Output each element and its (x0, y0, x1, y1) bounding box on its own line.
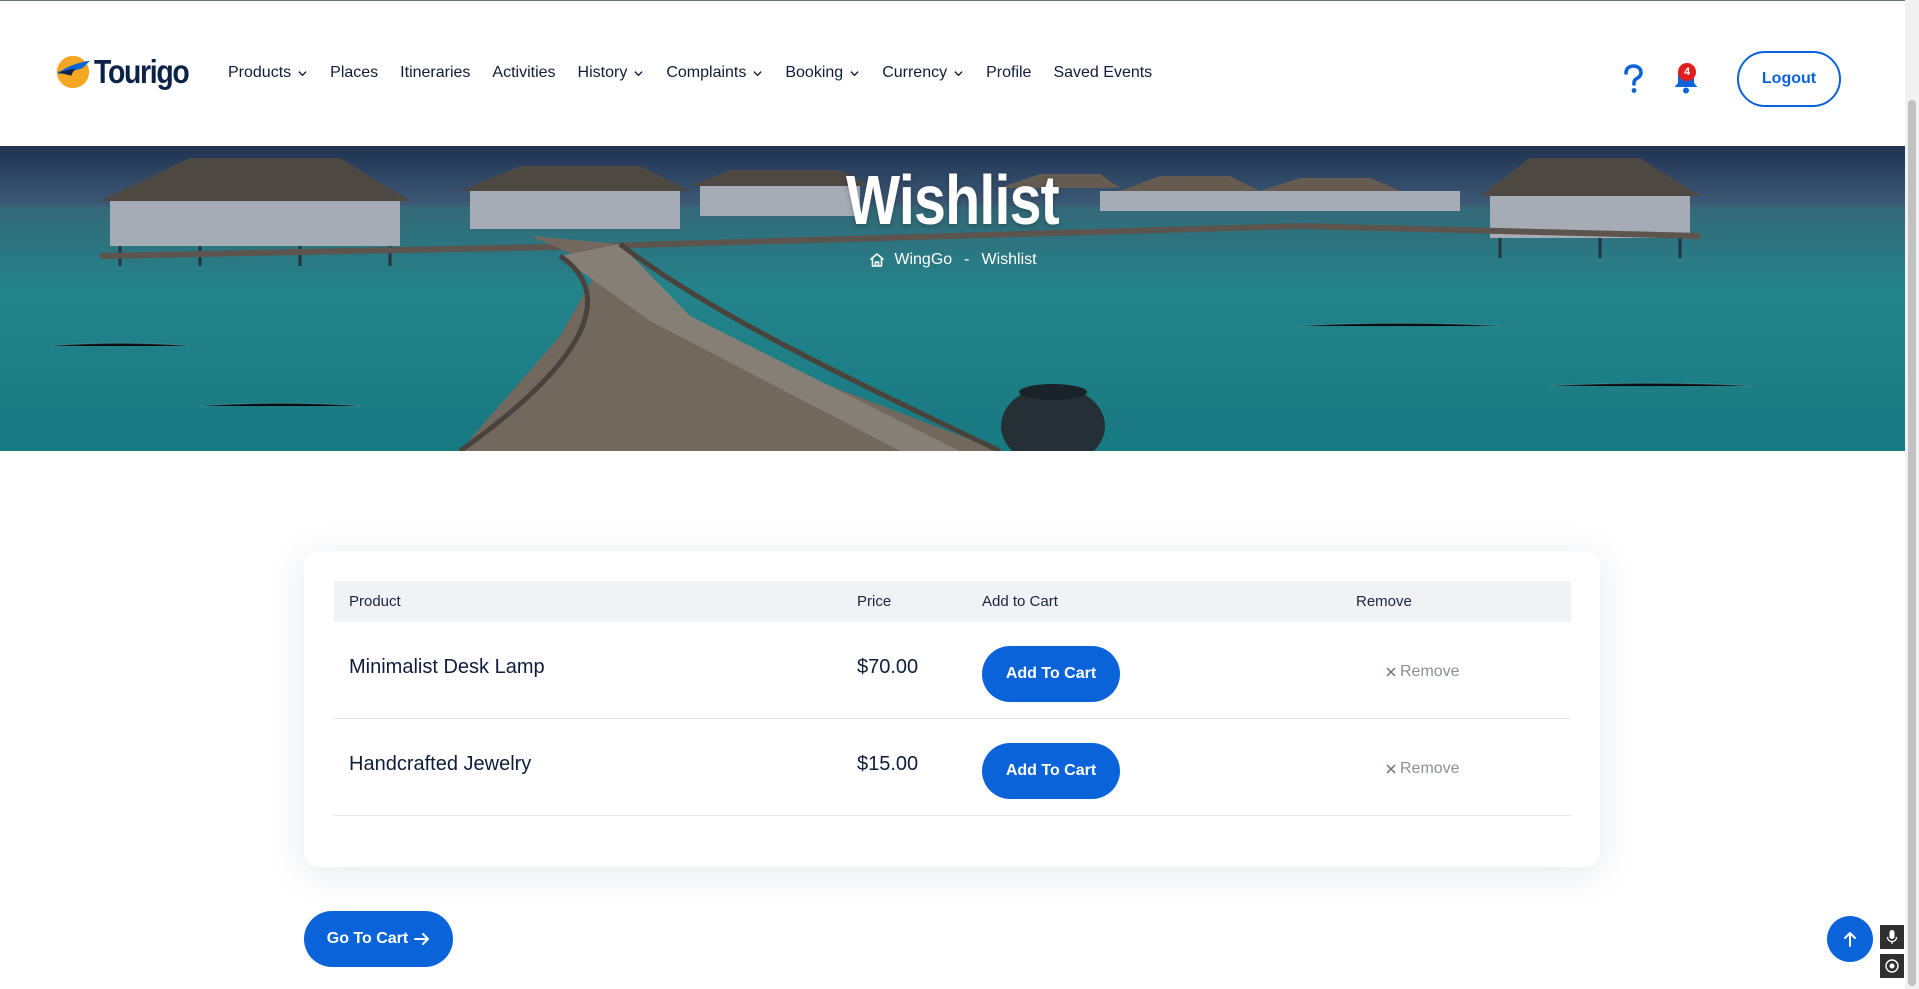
table-header: Product Price Add to Cart Remove (334, 581, 1571, 622)
microphone-widget[interactable] (1880, 925, 1904, 949)
logo-plane-icon (56, 55, 91, 89)
go-to-cart-button[interactable]: Go To Cart (304, 911, 453, 967)
close-icon (1386, 764, 1396, 774)
nav-label: Saved Events (1053, 64, 1153, 81)
close-icon (1386, 667, 1396, 677)
remove-label: Remove (1400, 663, 1460, 680)
column-header-add-to-cart: Add to Cart (982, 593, 1058, 610)
add-to-cart-button[interactable]: Add To Cart (982, 743, 1120, 799)
product-name: Minimalist Desk Lamp (349, 656, 545, 678)
target-widget[interactable] (1880, 954, 1904, 978)
nav-products[interactable]: Products (228, 64, 308, 82)
chevron-down-icon (634, 70, 643, 76)
page-title: Wishlist (846, 161, 1060, 239)
nav-profile[interactable]: Profile (986, 64, 1031, 82)
remove-label: Remove (1400, 760, 1460, 777)
site-header: Tourigo Products Places Itineraries Acti… (0, 1, 1905, 146)
home-icon (870, 253, 885, 267)
arrow-up-icon (1844, 932, 1856, 947)
chevron-down-icon (298, 70, 307, 76)
breadcrumb-separator: - (964, 251, 970, 268)
product-price: $70.00 (857, 656, 919, 678)
product-name: Handcrafted Jewelry (349, 753, 532, 775)
nav-label: Profile (986, 64, 1032, 81)
scroll-to-top-button[interactable] (1827, 916, 1873, 962)
nav-label: History (577, 64, 628, 81)
microphone-icon (1886, 930, 1898, 944)
hero-banner: Wishlist WingGo - Wishlist (0, 146, 1905, 451)
nav-currency[interactable]: Currency (882, 64, 964, 82)
table-row: Minimalist Desk Lamp $70.00 Add To Cart … (334, 622, 1571, 719)
nav-label: Places (330, 64, 379, 81)
go-to-cart-label: Go To Cart (326, 930, 409, 947)
logout-button[interactable]: Logout (1737, 51, 1841, 107)
brand-name: Tourigo (94, 53, 190, 90)
column-header-price: Price (857, 593, 892, 610)
breadcrumb-current: Wishlist (981, 251, 1037, 268)
nav-places[interactable]: Places (330, 64, 378, 82)
breadcrumb-home-link[interactable]: WingGo (894, 251, 952, 269)
arrow-right-icon (414, 933, 430, 945)
nav-saved-events[interactable]: Saved Events (1053, 64, 1152, 82)
chevron-down-icon (954, 70, 963, 76)
nav-label: Complaints (666, 64, 747, 81)
logo[interactable]: Tourigo (54, 53, 204, 91)
wishlist-card: Product Price Add to Cart Remove Minimal… (304, 551, 1600, 867)
scrollbar-thumb[interactable] (1908, 100, 1916, 986)
nav-label: Products (228, 64, 292, 81)
remove-button[interactable]: Remove (1385, 760, 1460, 778)
page-scrollbar[interactable] (1905, 0, 1919, 989)
nav-label: Itineraries (400, 64, 471, 81)
table-row: Handcrafted Jewelry $15.00 Add To Cart R… (334, 719, 1571, 816)
nav-label: Activities (492, 64, 556, 81)
nav-history[interactable]: History (578, 64, 645, 82)
product-price: $15.00 (857, 753, 919, 775)
notification-count-badge: 4 (1678, 63, 1696, 81)
chevron-down-icon (850, 70, 859, 76)
nav-label: Currency (882, 64, 948, 81)
add-to-cart-button[interactable]: Add To Cart (982, 646, 1120, 702)
target-icon (1885, 959, 1899, 973)
remove-button[interactable]: Remove (1385, 663, 1460, 681)
column-header-product: Product (349, 593, 401, 610)
nav-label: Booking (785, 64, 844, 81)
chevron-down-icon (753, 70, 763, 76)
nav-activities[interactable]: Activities (492, 64, 555, 82)
main-nav: Products Places Itineraries Activities H… (228, 64, 1152, 82)
nav-booking[interactable]: Booking (785, 64, 860, 82)
breadcrumb: WingGo - Wishlist (0, 251, 1905, 269)
nav-complaints[interactable]: Complaints (666, 64, 763, 82)
column-header-remove: Remove (1356, 593, 1412, 610)
question-mark-icon[interactable] (1621, 64, 1645, 94)
nav-itineraries[interactable]: Itineraries (400, 64, 470, 82)
